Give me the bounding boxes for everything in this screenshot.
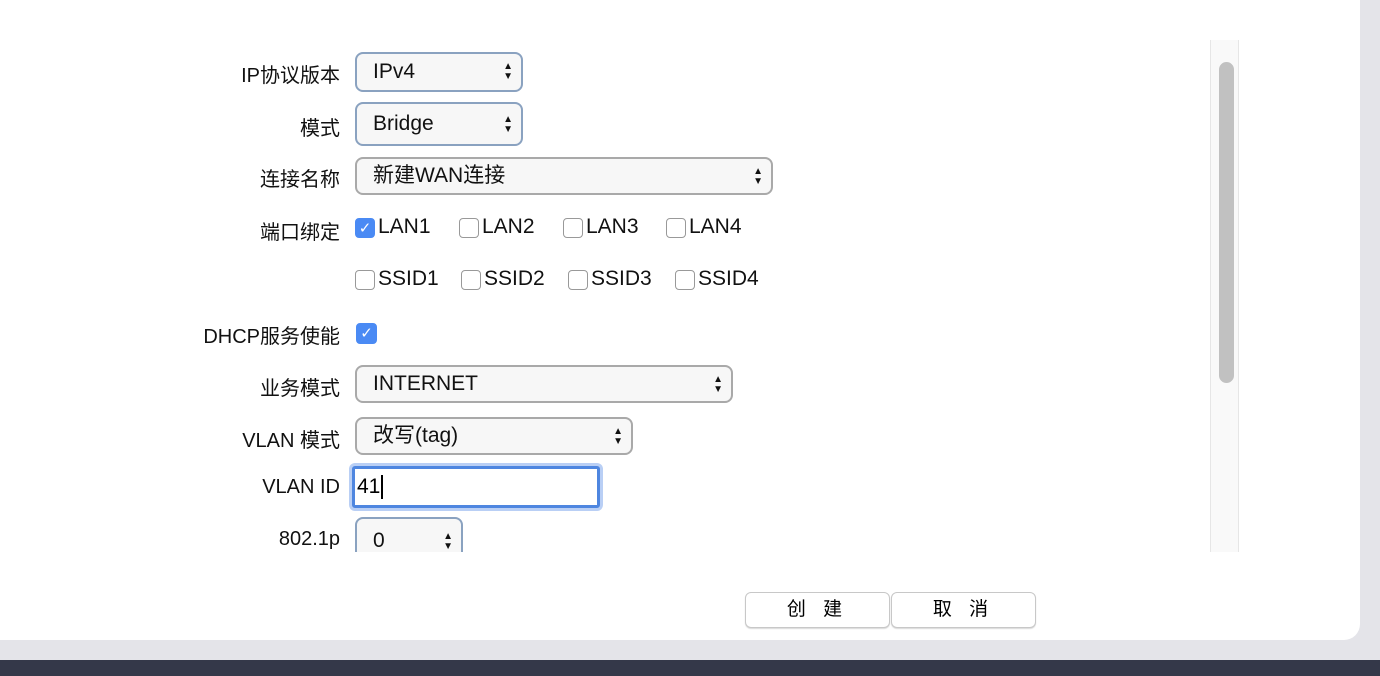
- service-mode-value: INTERNET: [373, 372, 478, 395]
- ssid1-checkbox[interactable]: [355, 270, 375, 290]
- vlan-id-label: VLAN ID: [262, 476, 340, 498]
- dhcp-checkbox[interactable]: ✓: [356, 323, 377, 344]
- scrollbar[interactable]: [1210, 40, 1239, 552]
- priority-value: 0: [373, 529, 385, 552]
- lan2-label: LAN2: [482, 215, 535, 238]
- connection-name-value: 新建WAN连接: [373, 164, 506, 187]
- updown-icon: ▲ ▼: [713, 374, 723, 395]
- ssid1-label: SSID1: [378, 267, 439, 290]
- lan1-label: LAN1: [378, 215, 431, 238]
- create-button[interactable]: 创 建: [745, 592, 890, 628]
- mode-select[interactable]: Bridge ▲ ▼: [355, 102, 523, 146]
- ssid4-checkbox[interactable]: [675, 270, 695, 290]
- text-caret: [381, 475, 384, 500]
- ssid4-label: SSID4: [698, 267, 759, 290]
- vlan-mode-select[interactable]: 改写(tag) ▲ ▼: [355, 417, 633, 455]
- connection-name-label: 连接名称: [260, 169, 340, 191]
- service-mode-label: 业务模式: [260, 378, 340, 400]
- vlan-id-input[interactable]: 41: [352, 466, 600, 508]
- updown-icon: ▲ ▼: [503, 114, 513, 135]
- vlan-id-value: 41: [357, 475, 381, 498]
- priority-label: 802.1p: [278, 528, 340, 550]
- ssid2-checkbox[interactable]: [461, 270, 481, 290]
- ip-version-select[interactable]: IPv4 ▲ ▼: [355, 52, 523, 92]
- priority-select[interactable]: 0 ▲ ▼: [355, 517, 463, 552]
- updown-icon: ▲ ▼: [753, 166, 763, 187]
- port-binding-label: 端口绑定: [260, 222, 340, 244]
- service-mode-select[interactable]: INTERNET ▲ ▼: [355, 365, 733, 403]
- ssid2-label: SSID2: [484, 267, 545, 290]
- lan4-checkbox[interactable]: [666, 218, 686, 238]
- mode-label: 模式: [300, 118, 340, 140]
- dhcp-label: DHCP服务使能: [203, 326, 340, 348]
- updown-icon: ▲ ▼: [613, 426, 623, 447]
- mode-value: Bridge: [373, 112, 434, 135]
- cancel-button[interactable]: 取 消: [891, 592, 1036, 628]
- vlan-mode-value: 改写(tag): [373, 424, 459, 447]
- lan2-checkbox[interactable]: [459, 218, 479, 238]
- lan3-label: LAN3: [586, 215, 639, 238]
- taskbar: [0, 660, 1380, 676]
- form-scroll-area: IP协议版本 IPv4 ▲ ▼ 模式 Bridge ▲ ▼ 连接名称 新建WAN连接 ▲ ▼…: [0, 40, 1240, 552]
- ip-version-value: IPv4: [373, 60, 416, 83]
- lan3-checkbox[interactable]: [563, 218, 583, 238]
- lan1-checkbox[interactable]: ✓: [355, 218, 375, 238]
- lan4-label: LAN4: [689, 215, 742, 238]
- ssid3-checkbox[interactable]: [568, 270, 588, 290]
- ip-version-label: IP协议版本: [241, 65, 340, 87]
- connection-name-select[interactable]: 新建WAN连接 ▲ ▼: [355, 157, 773, 195]
- vlan-mode-label: VLAN 模式: [242, 430, 340, 452]
- ssid3-label: SSID3: [591, 267, 652, 290]
- updown-icon: ▲ ▼: [503, 61, 513, 82]
- scrollbar-thumb[interactable]: [1219, 62, 1234, 383]
- updown-icon: ▲ ▼: [443, 531, 453, 552]
